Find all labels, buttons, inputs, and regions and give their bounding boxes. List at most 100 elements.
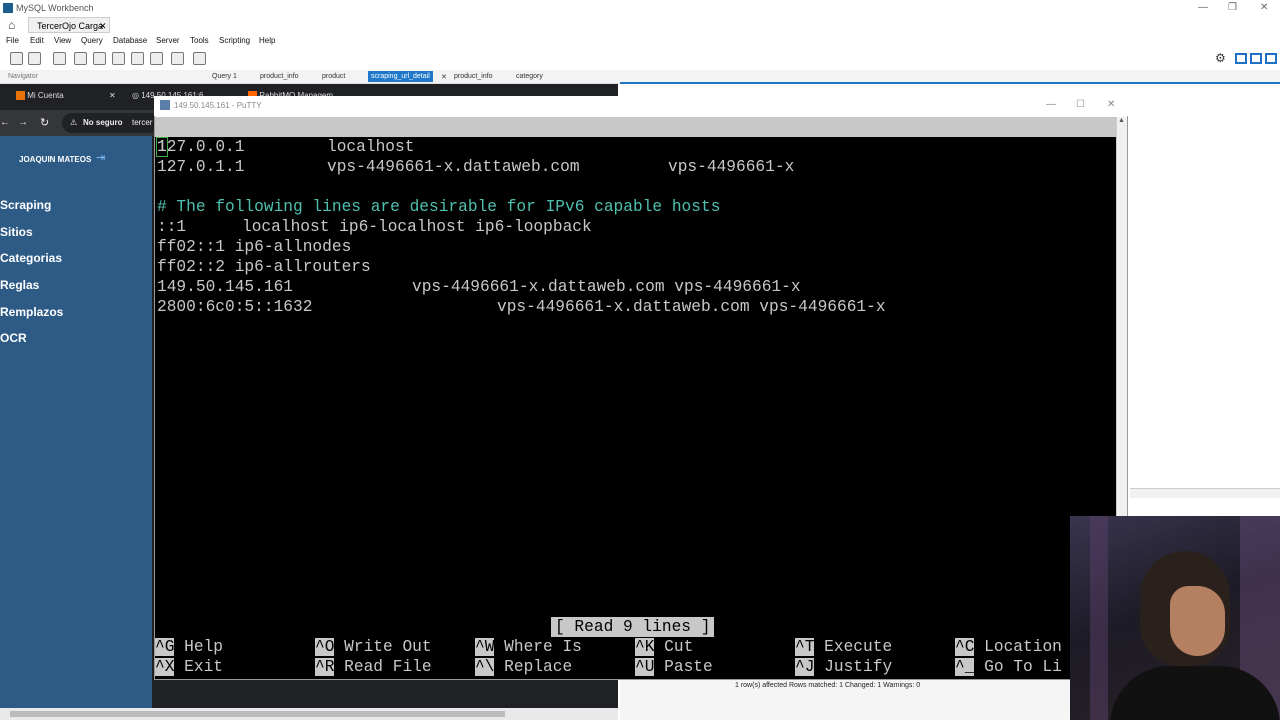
nav-ocr[interactable]: OCR [0, 331, 27, 345]
line-ip: ::1 [157, 218, 187, 236]
shortcut-key: ^W [475, 638, 495, 656]
shortcut-replace[interactable]: ^\ Replace [475, 657, 572, 677]
search-table-icon[interactable] [171, 52, 184, 65]
query-tab-3[interactable]: product [322, 73, 345, 80]
close-icon[interactable]: ✕ [1260, 2, 1268, 13]
shortcut-label: Cut [664, 638, 694, 656]
shortcut-key: ^K [635, 638, 655, 656]
shortcut-cut[interactable]: ^K Cut [635, 637, 693, 657]
shortcut-key: ^\ [475, 658, 495, 676]
query-tab-6[interactable]: category [516, 73, 543, 80]
query-tab-active[interactable]: scraping_url_detail [368, 71, 433, 82]
browser-toolbar: ← → ↻ ⚠ No seguro tercer [0, 110, 160, 136]
shortcut-key: ^C [955, 638, 975, 656]
shortcut-key: ^T [795, 638, 815, 656]
address-bar[interactable]: ⚠ No seguro tercer [62, 113, 160, 133]
shortcut-help[interactable]: ^G Help [155, 637, 223, 657]
inspector-icon[interactable] [53, 52, 66, 65]
menu-file[interactable]: File [6, 36, 19, 45]
reload-icon[interactable]: ↻ [40, 116, 49, 129]
menu-query[interactable]: Query [81, 36, 103, 45]
toggle-output-icon[interactable] [1250, 53, 1262, 64]
create-procedure-icon[interactable] [131, 52, 144, 65]
query-tab-2[interactable]: product_info [260, 73, 299, 80]
connection-tab[interactable]: TercerOjo Carga ✕ [28, 17, 110, 33]
shortcut-execute[interactable]: ^T Execute [795, 637, 892, 657]
browser-tab-mi-cuenta[interactable]: Mi Cuenta ✕ [16, 88, 121, 104]
menu-scripting[interactable]: Scripting [219, 36, 250, 45]
close-tab-icon[interactable]: ✕ [109, 91, 116, 100]
restore-icon[interactable]: ❐ [1228, 2, 1237, 13]
workbench-logo-icon [3, 3, 13, 13]
shortcut-paste[interactable]: ^U Paste [635, 657, 713, 677]
workbench-query-tabs: Navigator Query 1 product_info product s… [0, 70, 1280, 84]
menu-database[interactable]: Database [113, 36, 147, 45]
line-alias: vps-4496661-x [668, 158, 795, 176]
nav-categorias[interactable]: Categorias [0, 251, 62, 265]
shortcut-key: ^X [155, 658, 175, 676]
user-name: JOAQUIN MATEOS [19, 155, 92, 164]
person-face [1170, 586, 1225, 656]
back-icon[interactable]: ← [0, 117, 10, 128]
query-tab-1[interactable]: Query 1 [212, 73, 237, 80]
close-query-tab-icon[interactable]: ✕ [441, 73, 447, 81]
create-function-icon[interactable] [150, 52, 163, 65]
home-icon[interactable]: ⌂ [8, 18, 15, 32]
close-icon[interactable]: ✕ [1107, 99, 1115, 110]
query-tab-5[interactable]: product_info [454, 73, 493, 80]
terminal[interactable]: GNU nano 5.4 /etc/hosts 1127.0.0.1 localh… [155, 117, 1116, 679]
menu-help[interactable]: Help [259, 36, 275, 45]
shortcut-label: Execute [824, 638, 893, 656]
shortcut-label: Help [184, 638, 224, 656]
shortcut-go-to-line[interactable]: ^_ Go To Li [955, 657, 1062, 677]
shortcut-label: Replace [504, 658, 573, 676]
workbench-toolbar: ⚙ [0, 48, 1280, 70]
menu-view[interactable]: View [54, 36, 71, 45]
putty-titlebar: 149.50.145.161 - PuTTY — ☐ ✕ [154, 96, 1128, 116]
create-schema-icon[interactable] [74, 52, 87, 65]
browser-scrollbar[interactable] [0, 708, 618, 720]
open-sql-icon[interactable] [28, 52, 41, 65]
shortcut-where-is[interactable]: ^W Where Is [475, 637, 582, 657]
minimize-icon[interactable]: — [1198, 2, 1208, 13]
security-label: No seguro [83, 118, 123, 127]
address-text: tercer [132, 118, 153, 127]
workbench-scrollbar[interactable] [1130, 488, 1280, 498]
nav-sitios[interactable]: Sitios [0, 225, 33, 239]
shortcut-label: Location [984, 638, 1062, 656]
toggle-secondary-icon[interactable] [1265, 53, 1277, 64]
minimize-icon[interactable]: — [1046, 99, 1056, 110]
shortcut-write-out[interactable]: ^O Write Out [315, 637, 432, 657]
new-sql-tab-icon[interactable] [10, 52, 23, 65]
file-line-7: ff02::2 ip6-allrouters [157, 258, 371, 276]
scroll-up-icon[interactable]: ▲ [1118, 117, 1125, 124]
shortcut-label: Where Is [504, 638, 582, 656]
toggle-sidebar-icon[interactable] [1235, 53, 1247, 64]
shortcut-label: Read File [344, 658, 432, 676]
file-line-5: ::1 localhost ip6-localhost ip6-loopback [157, 217, 592, 237]
shortcut-read-file[interactable]: ^R Read File [315, 657, 432, 677]
line-host: vps-4496661-x.dattaweb.com vps-4496661-x [497, 298, 886, 316]
nav-remplazos[interactable]: Remplazos [0, 305, 63, 319]
shortcut-exit[interactable]: ^X Exit [155, 657, 223, 677]
shortcut-justify[interactable]: ^J Justify [795, 657, 892, 677]
shortcut-location[interactable]: ^C Location [955, 637, 1062, 657]
reconnect-icon[interactable] [193, 52, 206, 65]
logout-icon[interactable]: ⇥ [96, 151, 105, 164]
create-view-icon[interactable] [112, 52, 125, 65]
globe-icon: ◎ [132, 91, 139, 100]
maximize-icon[interactable]: ☐ [1076, 99, 1085, 110]
forward-icon[interactable]: → [18, 117, 28, 128]
line-ip: 127.0.1.1 [157, 158, 245, 176]
nav-scraping[interactable]: Scraping [0, 198, 51, 212]
line-host: vps-4496661-x.dattaweb.com vps-4496661-x [412, 278, 801, 296]
menu-edit[interactable]: Edit [30, 36, 44, 45]
menu-server[interactable]: Server [156, 36, 180, 45]
nav-reglas[interactable]: Reglas [0, 278, 39, 292]
close-tab-icon[interactable]: ✕ [99, 21, 107, 32]
create-table-icon[interactable] [93, 52, 106, 65]
menu-tools[interactable]: Tools [190, 36, 209, 45]
gear-icon[interactable]: ⚙ [1215, 51, 1226, 65]
shortcut-key: ^U [635, 658, 655, 676]
scrollbar-thumb[interactable] [10, 711, 505, 717]
